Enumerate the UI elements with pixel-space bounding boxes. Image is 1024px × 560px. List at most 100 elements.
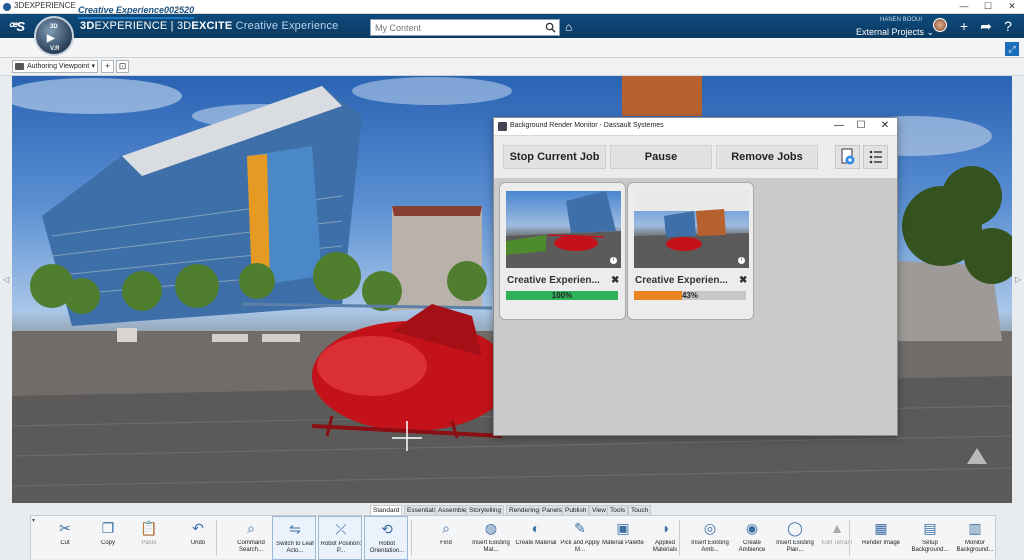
dialog-title-bar: Background Render Monitor - Dassault Sys… <box>494 118 897 136</box>
create-material-icon: ◐ <box>531 520 541 536</box>
action-label: Robot Orientation... <box>369 541 405 554</box>
find-button[interactable]: ⌕ Find <box>424 516 468 560</box>
add-tab-button[interactable]: + <box>175 4 181 15</box>
create-ambience-button[interactable]: ◉ Create Ambience <box>730 516 774 560</box>
pick-apply-button[interactable]: ✎ Pick and Apply M... <box>558 516 602 560</box>
tab-tools[interactable]: Tools <box>607 505 629 515</box>
action-label: Switch to Leaf Acto... <box>276 541 314 554</box>
search-input[interactable] <box>371 20 541 35</box>
action-label: Command Search... <box>237 540 265 553</box>
brand-title: 3DEXPERIENCE | 3DEXCITE Creative Experie… <box>80 20 339 32</box>
tab-view[interactable]: View <box>589 505 609 515</box>
os-window-title: 3DEXPERIENCE <box>14 1 76 10</box>
right-panel-arrow-icon[interactable]: ▷ <box>1015 275 1021 284</box>
tab-rendering[interactable]: Rendering <box>506 505 542 515</box>
find-icon: ⌕ <box>442 520 450 536</box>
create-material-button[interactable]: ◐ Create Material <box>514 516 558 560</box>
command-search-button[interactable]: ⌕ Command Search... <box>229 516 273 560</box>
edit-terrain-button[interactable]: ▲ Edit Terrain <box>815 516 859 560</box>
tab-publish[interactable]: Publish <box>562 505 590 515</box>
material-palette-button[interactable]: ▣ Material Palette <box>601 516 645 560</box>
chevron-down-icon: ▾ <box>91 63 95 70</box>
tab-touch[interactable]: Touch <box>628 505 652 515</box>
remove-jobs-button[interactable]: Remove Jobs <box>716 145 818 169</box>
monitor-background-icon: ▥ <box>968 520 982 536</box>
stop-current-job-button[interactable]: Stop Current Job <box>503 145 606 169</box>
remove-job-icon[interactable]: ✖ <box>739 275 747 286</box>
job-card[interactable]: i Creative Experien... ✖ 100% <box>499 182 626 320</box>
action-label: Insert Existing Mat... <box>472 540 510 553</box>
setup-background-button[interactable]: ▤ Setup Background... <box>908 516 952 560</box>
insert-ambience-button[interactable]: ◎ Insert Existing Amb... <box>688 516 732 560</box>
robot-position-button[interactable]: ⤫ Robot Position: P... <box>318 516 362 560</box>
action-label: Insert Existing Plan... <box>776 540 814 553</box>
dialog-title: Background Render Monitor - Dassault Sys… <box>510 122 664 129</box>
action-label: Find <box>440 540 452 546</box>
left-panel-arrow-icon[interactable]: ◁ <box>3 275 9 284</box>
monitor-background-button[interactable]: ▥ Monitor Background... <box>953 516 997 560</box>
render-image-button[interactable]: ▦ Render Image <box>859 516 903 560</box>
undo-button[interactable]: ↶ Undo <box>176 516 220 560</box>
job-card[interactable]: i Creative Experien... ✖ 43% <box>627 182 754 320</box>
robot-position-icon: ⤫ <box>335 521 347 537</box>
edit-terrain-icon: ▲ <box>830 520 844 536</box>
action-bar-menu-icon[interactable]: ▾ <box>32 517 35 524</box>
job-name: Creative Experien... <box>635 275 728 286</box>
help-icon[interactable]: ? <box>1000 18 1016 34</box>
minimize-button[interactable]: — <box>952 0 976 14</box>
robot-orientation-button[interactable]: ⟲ Robot Orientation... <box>364 516 408 560</box>
dialog-close-button[interactable]: ✕ <box>878 120 892 131</box>
action-label: Undo <box>190 540 206 546</box>
close-window-button[interactable]: ✕ <box>1000 0 1024 14</box>
viewpoint-toolbar <box>0 58 1024 76</box>
paste-button[interactable]: 📋 Paste <box>127 516 171 560</box>
job-progress-label: 43% <box>681 291 698 300</box>
maximize-button[interactable]: ☐ <box>976 0 1000 14</box>
viewpoint-select[interactable]: Authoring Viewpoint ▾ <box>12 60 98 73</box>
remove-job-icon[interactable]: ✖ <box>611 275 619 286</box>
switch-leaf-button[interactable]: ⇋ Switch to Leaf Acto... <box>272 516 316 560</box>
add-viewpoint-button[interactable]: + <box>101 60 114 73</box>
pause-button[interactable]: Pause <box>610 145 712 169</box>
insert-material-icon: ◍ <box>484 520 498 536</box>
info-icon[interactable]: i <box>610 257 617 264</box>
action-label: Applied Materials <box>652 540 678 553</box>
workspace-label: External Projects <box>856 27 925 37</box>
job-thumbnail: i <box>634 191 749 268</box>
insert-planet-button[interactable]: ◯ Insert Existing Plan... <box>773 516 817 560</box>
insert-planet-icon: ◯ <box>787 520 803 536</box>
job-progress-bar: 100% <box>506 291 618 300</box>
action-label: Monitor Background... <box>956 540 994 553</box>
copy-button[interactable]: ❐ Copy <box>86 516 130 560</box>
viewpoint-label: Authoring Viewpoint <box>27 63 90 70</box>
dialog-toolbar: Stop Current Job Pause Remove Jobs <box>494 136 897 178</box>
tab-panels[interactable]: Panels <box>539 505 565 515</box>
tab-assemble[interactable]: Assemble <box>435 505 470 515</box>
info-icon[interactable]: i <box>738 257 745 264</box>
action-label: Material Palette <box>602 540 644 546</box>
undo-icon: ↶ <box>192 520 204 536</box>
insert-material-button[interactable]: ◍ Insert Existing Mat... <box>469 516 513 560</box>
share-icon[interactable]: ➦ <box>978 18 994 34</box>
scissors-button[interactable]: ✂ Cut <box>43 516 87 560</box>
capture-viewpoint-button[interactable]: ⊡ <box>116 60 129 73</box>
search-field[interactable] <box>370 19 560 36</box>
command-search-icon: ⌕ <box>247 520 255 536</box>
add-icon[interactable]: + <box>956 18 972 34</box>
workspace-selector[interactable]: External Projects ⌄ <box>856 27 934 38</box>
dialog-minimize-button[interactable]: — <box>832 120 846 131</box>
tab-standard[interactable]: Standard <box>370 505 403 515</box>
render-monitor-icon <box>498 122 507 131</box>
dialog-maximize-button[interactable]: ☐ <box>854 120 868 131</box>
settings-icon-button[interactable] <box>835 145 860 169</box>
compass-label-bottom: V.R <box>50 46 60 52</box>
job-list-icon-button[interactable] <box>863 145 888 169</box>
expand-icon[interactable]: ⤢ <box>1005 42 1019 56</box>
avatar[interactable] <box>933 18 947 32</box>
ds-logo-icon[interactable]: ꟹS <box>8 19 25 35</box>
applied-materials-button[interactable]: ◑ Applied Materials <box>643 516 687 560</box>
compass-widget[interactable]: 3D ▶ V.R <box>34 16 74 56</box>
search-icon[interactable] <box>545 22 556 33</box>
tag-icon[interactable]: ⌂ <box>565 20 579 34</box>
tab-storytelling[interactable]: Storytelling <box>466 505 505 515</box>
